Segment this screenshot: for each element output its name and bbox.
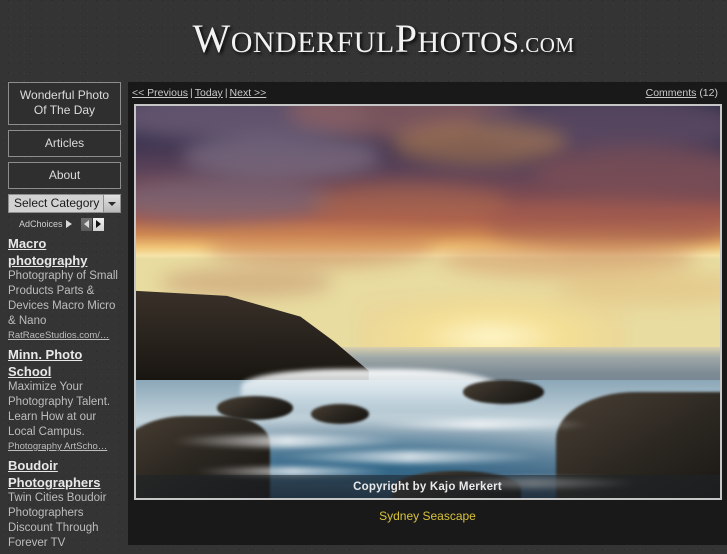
title-part-w: W (192, 16, 231, 61)
nav-separator-1: | (190, 87, 193, 99)
title-part-p: P (394, 16, 418, 61)
photo-caption[interactable]: Sydney Seascape (128, 509, 727, 523)
ad-description: Maximize Your Photography Talent. Learn … (8, 381, 111, 438)
adchoices-label[interactable]: AdChoices (19, 219, 63, 229)
photo-rock (462, 380, 545, 404)
site-logo-title: WONDERFULPHOTOS.COM (152, 19, 574, 59)
ad-url[interactable]: Photography ArtScho… (8, 440, 121, 454)
photo-navigation-bar: << Previous | Today | Next >> Comments (12) (128, 82, 727, 104)
title-part-hotos: HOTOS (417, 26, 520, 59)
photo-copyright-overlay: Copyright by Kajo Merkert (135, 475, 720, 498)
ad-title[interactable]: Boudoir Photographers (8, 457, 121, 491)
sidebar-item-photo-of-the-day[interactable]: Wonderful Photo Of The Day (8, 82, 121, 125)
copyright-text: Copyright by Kajo Merkert (353, 480, 502, 493)
nav-separator-2: | (224, 87, 228, 99)
main-content: << Previous | Today | Next >> Comments (12) (128, 82, 727, 545)
sidebar-item-articles[interactable]: Articles (8, 130, 121, 157)
chevron-down-icon[interactable] (103, 195, 120, 212)
photo-cloud (158, 266, 335, 299)
page-layout: Wonderful Photo Of The Day Articles Abou… (0, 78, 727, 549)
photo-water-streak (170, 435, 405, 448)
ad-item[interactable]: Macro photography Photography of Small P… (8, 235, 121, 343)
sidebar: Wonderful Photo Of The Day Articles Abou… (8, 82, 121, 554)
category-select-value: Select Category (14, 196, 100, 210)
ad-url[interactable]: RatRaceStudios.com/… (8, 329, 121, 343)
photo-rock (217, 396, 294, 420)
sidebar-item-about[interactable]: About (8, 162, 121, 189)
adchoices-bar: AdChoices (8, 217, 121, 231)
title-part-tld: .COM (519, 33, 575, 57)
ad-carousel-controls (80, 217, 104, 231)
comments-count: (12) (699, 87, 718, 99)
photo-cloud (135, 176, 335, 224)
ad-title[interactable]: Macro photography (8, 235, 121, 269)
comments-area: Comments (12) (646, 87, 718, 99)
ad-title[interactable]: Minn. Photo School (8, 346, 121, 380)
sidebar-item-photo-of-the-day-line2: Of The Day (33, 103, 96, 117)
ad-list: Macro photography Photography of Small P… (8, 235, 121, 551)
ad-description: Photography of Small Products Parts & De… (8, 270, 118, 327)
photo-cloud (205, 223, 440, 267)
title-part-onderful: ONDERFUL (230, 26, 395, 59)
site-header: WONDERFULPHOTOS.COM (0, 0, 727, 78)
photo-rock (310, 403, 370, 424)
photo-cloud (392, 121, 568, 165)
next-link[interactable]: Next >> (230, 87, 267, 99)
photo-of-the-day-image[interactable]: Copyright by Kajo Merkert (135, 106, 720, 498)
ad-item[interactable]: Minn. Photo School Maximize Your Photogr… (8, 346, 121, 454)
ad-description: Twin Cities Boudoir Photographers Discou… (8, 492, 107, 549)
chevron-right-icon[interactable] (92, 217, 104, 231)
photo-nav-links: << Previous | Today | Next >> (132, 87, 266, 99)
photo-frame[interactable]: Copyright by Kajo Merkert (133, 104, 722, 500)
previous-link[interactable]: << Previous (132, 87, 188, 99)
category-select[interactable]: Select Category (8, 194, 121, 213)
today-link[interactable]: Today (195, 87, 223, 99)
chevron-left-icon[interactable] (80, 217, 92, 231)
play-triangle-icon[interactable] (65, 220, 72, 228)
comments-link[interactable]: Comments (646, 87, 697, 99)
photo-cloud (310, 184, 510, 228)
sidebar-item-photo-of-the-day-line1: Wonderful Photo (19, 88, 110, 102)
ad-item[interactable]: Boudoir Photographers Twin Cities Boudoi… (8, 457, 121, 551)
photo-water-streak (275, 450, 545, 463)
